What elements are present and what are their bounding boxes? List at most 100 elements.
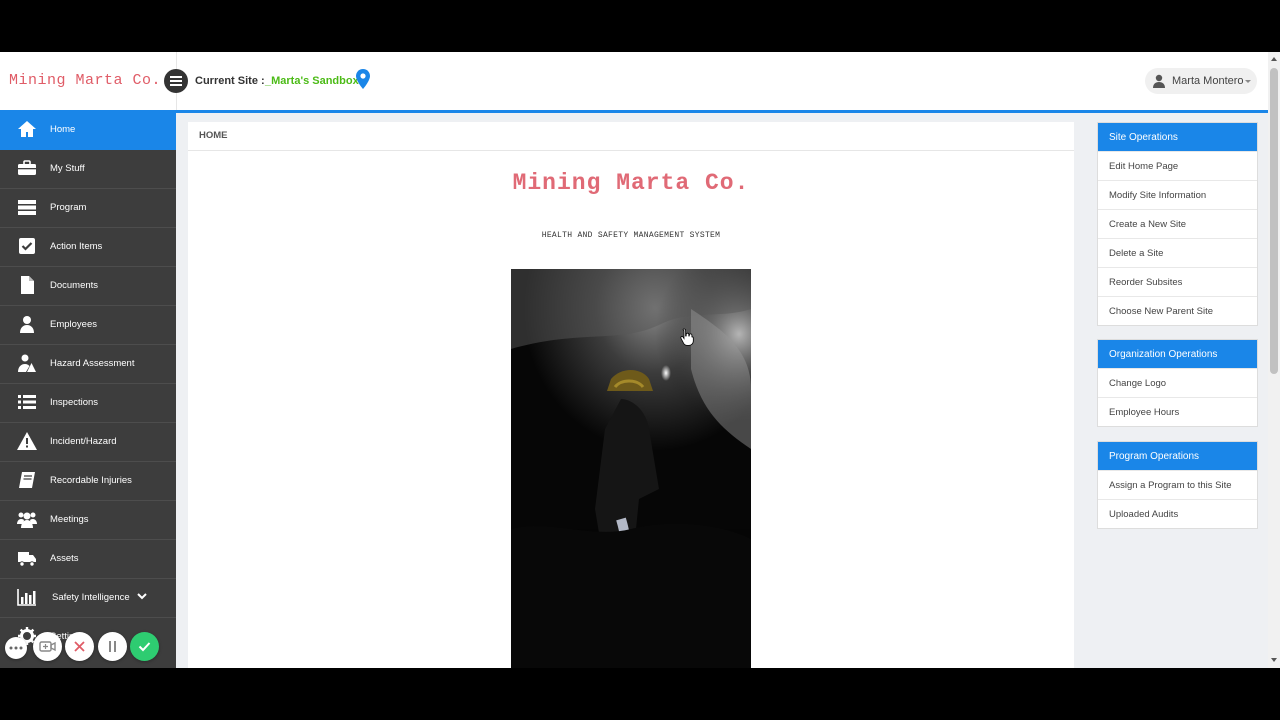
hand-cursor-icon <box>680 328 694 346</box>
panel-item-label: Create a New Site <box>1109 219 1187 230</box>
page-subtitle: HEALTH AND SAFETY MANAGEMENT SYSTEM <box>541 231 721 240</box>
user-name: Marta Montero <box>1172 75 1244 87</box>
sidebar-item-label: Hazard Assessment <box>50 358 135 369</box>
panel-item-label: Uploaded Audits <box>1109 509 1179 520</box>
camera-toggle-button[interactable] <box>33 632 62 661</box>
sidebar-item-label: Employees <box>50 319 97 330</box>
panel-item-label: Delete a Site <box>1109 248 1164 259</box>
main-content: HOME Mining Marta Co. HEALTH AND SAFETY … <box>188 122 1074 668</box>
miner-photo <box>511 269 751 668</box>
scroll-down-arrow-icon[interactable] <box>1271 658 1277 662</box>
video-camera-icon <box>39 641 56 652</box>
panel-item-label: Modify Site Information <box>1109 190 1207 201</box>
sidebar-item-label: My Stuff <box>50 163 85 174</box>
sidebar-item-documents[interactable]: Documents <box>0 267 176 306</box>
miner-photo-graphic <box>511 269 751 668</box>
sidebar-item-home[interactable]: Home <box>0 111 176 150</box>
close-icon <box>74 641 85 652</box>
sidebar-item-label: Home <box>50 124 76 135</box>
hazard-user-icon <box>18 354 36 372</box>
scroll-up-arrow-icon[interactable] <box>1271 57 1277 61</box>
sidebar-nav: Home My Stuff Program Action Items Docum… <box>0 111 176 668</box>
sidebar-item-my-stuff[interactable]: My Stuff <box>0 150 176 189</box>
program-operations-panel: Program Operations Assign a Program to t… <box>1097 441 1258 529</box>
map-pin-icon[interactable] <box>356 69 370 89</box>
page-title: Mining Marta Co. <box>512 170 750 196</box>
change-logo-link[interactable]: Change Logo <box>1098 368 1257 397</box>
breadcrumb-home[interactable]: HOME <box>199 130 228 141</box>
modify-site-information-link[interactable]: Modify Site Information <box>1098 180 1257 209</box>
sidebar-item-action-items[interactable]: Action Items <box>0 228 176 267</box>
hamburger-icon-bar <box>170 84 182 86</box>
warning-icon <box>17 432 37 450</box>
briefcase-icon <box>18 160 36 175</box>
book-icon <box>19 472 35 488</box>
server-icon <box>18 200 36 215</box>
employee-hours-link[interactable]: Employee Hours <box>1098 397 1257 426</box>
sidebar-item-label: Inspections <box>50 397 99 408</box>
sidebar-item-assets[interactable]: Assets <box>0 540 176 579</box>
site-operations-panel: Site Operations Edit Home Page Modify Si… <box>1097 122 1258 326</box>
sidebar-item-label: Program <box>50 202 87 213</box>
reorder-subsites-link[interactable]: Reorder Subsites <box>1098 267 1257 296</box>
sidebar-item-label: Documents <box>50 280 99 291</box>
menu-toggle-button[interactable] <box>164 69 188 93</box>
truck-icon <box>18 552 36 567</box>
chevron-down-icon <box>137 593 147 600</box>
sidebar-item-label: Recordable Injuries <box>50 475 132 486</box>
check-icon <box>138 642 151 652</box>
current-site-name[interactable]: _Marta's Sandbox <box>265 75 359 87</box>
hamburger-icon-bar <box>170 80 182 82</box>
delete-site-link[interactable]: Delete a Site <box>1098 238 1257 267</box>
finish-recording-button[interactable] <box>130 632 159 661</box>
assign-program-link[interactable]: Assign a Program to this Site <box>1098 470 1257 499</box>
panel-title: Organization Operations <box>1109 349 1218 360</box>
site-operations-header: Site Operations <box>1098 123 1257 151</box>
pause-recording-button[interactable] <box>98 632 127 661</box>
breadcrumb: HOME <box>188 122 1074 151</box>
panel-item-label: Edit Home Page <box>1109 161 1179 172</box>
checkbox-icon <box>19 238 35 254</box>
panel-item-label: Reorder Subsites <box>1109 277 1183 288</box>
sidebar-item-employees[interactable]: Employees <box>0 306 176 345</box>
home-icon <box>18 121 36 137</box>
panel-item-label: Assign a Program to this Site <box>1109 480 1232 491</box>
sidebar-item-label: Safety Intelligence <box>52 592 130 603</box>
create-new-site-link[interactable]: Create a New Site <box>1098 209 1257 238</box>
sidebar-item-recordable-injuries[interactable]: Recordable Injuries <box>0 462 176 501</box>
panel-title: Program Operations <box>1109 451 1200 462</box>
cancel-recording-button[interactable] <box>65 632 94 661</box>
brand-logo-text[interactable]: Mining Marta Co. <box>9 72 161 89</box>
caret-down-icon <box>1245 80 1251 83</box>
sidebar-item-program[interactable]: Program <box>0 189 176 228</box>
user-icon <box>20 316 34 333</box>
list-icon <box>18 395 36 409</box>
sidebar-item-meetings[interactable]: Meetings <box>0 501 176 540</box>
bar-chart-icon <box>17 589 36 606</box>
panel-item-label: Change Logo <box>1109 378 1167 389</box>
sidebar-item-incident-hazard[interactable]: Incident/Hazard <box>0 423 176 462</box>
program-operations-header: Program Operations <box>1098 442 1257 470</box>
ellipsis-icon <box>9 646 23 650</box>
scrollbar-thumb[interactable] <box>1270 68 1278 374</box>
choose-new-parent-site-link[interactable]: Choose New Parent Site <box>1098 296 1257 325</box>
sidebar-item-inspections[interactable]: Inspections <box>0 384 176 423</box>
uploaded-audits-link[interactable]: Uploaded Audits <box>1098 499 1257 528</box>
sidebar-item-safety-intelligence[interactable]: Safety Intelligence <box>0 579 176 618</box>
vertical-scrollbar[interactable] <box>1268 52 1280 668</box>
edit-home-page-link[interactable]: Edit Home Page <box>1098 151 1257 180</box>
top-header: Mining Marta Co. Current Site : _Marta's… <box>0 52 1268 113</box>
sidebar-item-label: Action Items <box>50 241 103 252</box>
sidebar-item-label: Meetings <box>50 514 89 525</box>
panel-item-label: Choose New Parent Site <box>1109 306 1214 317</box>
sidebar-item-label: Assets <box>50 553 79 564</box>
file-icon <box>21 276 34 294</box>
sidebar-item-label: Incident/Hazard <box>50 436 117 447</box>
hamburger-icon <box>170 76 182 78</box>
user-icon <box>1153 74 1165 88</box>
user-menu[interactable]: Marta Montero <box>1145 68 1257 94</box>
sidebar-item-hazard-assessment[interactable]: Hazard Assessment <box>0 345 176 384</box>
panel-item-label: Employee Hours <box>1109 407 1180 418</box>
more-options-button[interactable] <box>5 637 27 659</box>
group-icon <box>17 512 37 528</box>
